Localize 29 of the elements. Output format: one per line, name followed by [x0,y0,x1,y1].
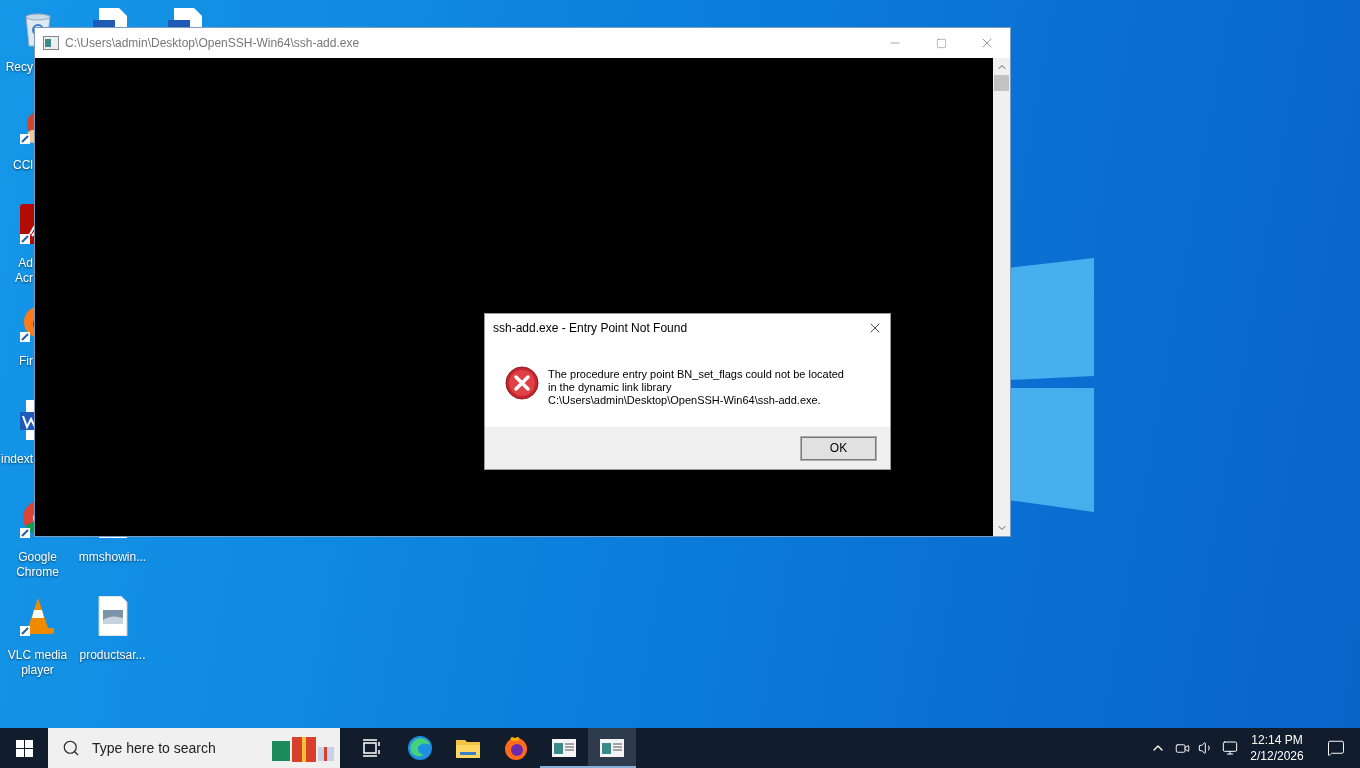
browser-icon [503,735,529,761]
ok-button[interactable]: OK [801,436,876,460]
desktop-icon-label[interactable]: Fir [0,354,33,369]
scrollbar-thumb[interactable] [994,75,1009,91]
desktop-icon-label[interactable]: mmshowin... [75,550,150,565]
search-field[interactable]: Type here to search [48,728,340,768]
search-icon [62,739,80,757]
windows-icon [15,739,33,757]
desktop-icon-label[interactable]: indext [0,452,33,467]
console-app-icon [551,738,577,758]
desktop-icon-label[interactable]: Google Chrome [0,550,75,580]
desktop-icon-label[interactable]: Ad Acr [0,256,33,286]
browser-icon [407,735,433,761]
desktop-icon-label[interactable]: Recy [0,60,33,75]
desktop-icon-label[interactable]: productsar... [75,648,150,663]
clock[interactable]: 12:14 PM 2/12/2026 [1242,728,1312,768]
error-message: The procedure entry point BN_set_flags could not be located in the dynamic link library C:\Users\admin\Desktop\OpenSSH-Win64\ssh-add.exe. [548,368,844,407]
dialog-title: ssh-add.exe - Entry Point Not Found [493,321,689,335]
taskbar-app-button[interactable] [588,728,636,768]
desktop-icon-label[interactable]: VLC media player [0,648,75,678]
console-app-icon [43,36,59,50]
clock-date: 2/12/2026 [1250,748,1304,764]
console-app-icon [599,738,625,758]
clock-time: 12:14 PM [1251,732,1303,748]
desktop-icon-label[interactable]: CCl [0,158,33,173]
folder-icon [455,737,481,759]
task-view-icon [362,739,382,757]
error-icon [505,366,539,400]
window-title: C:\Users\admin\Desktop\OpenSSH-Win64\ssh-add.exe [65,36,361,50]
